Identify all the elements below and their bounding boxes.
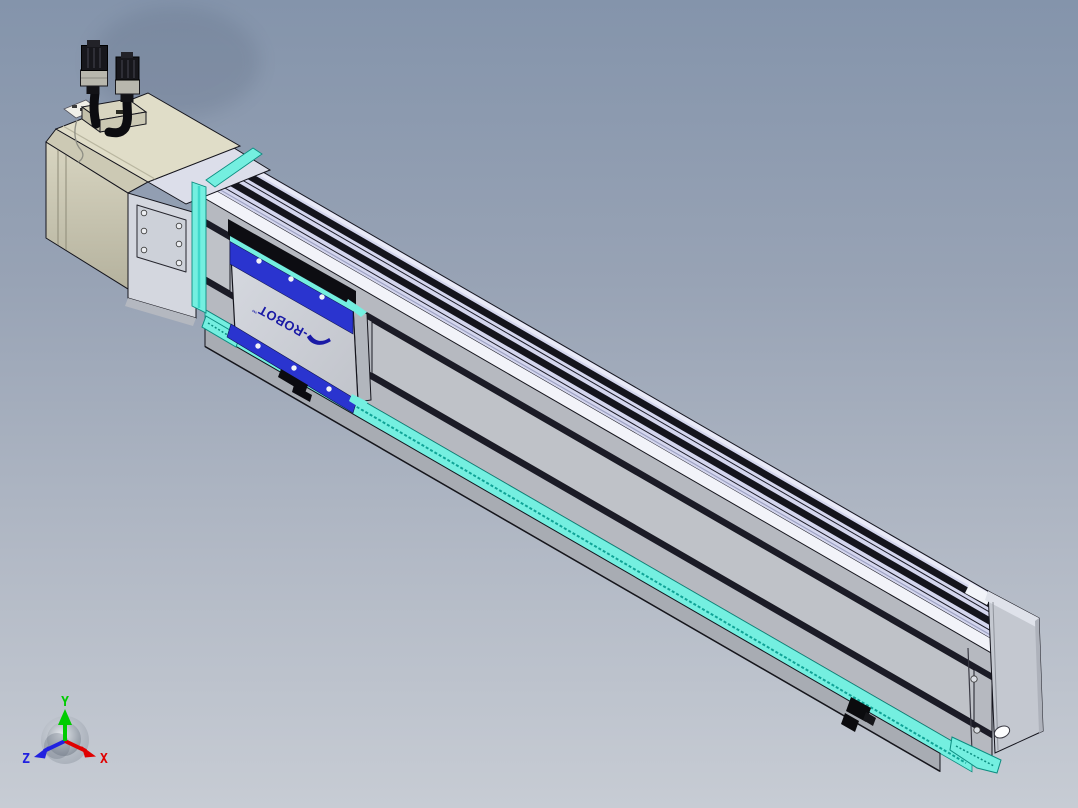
encoder-cap-tab [121, 52, 133, 58]
encoder-plug-body [115, 79, 140, 95]
x-axis-label: X [100, 752, 108, 767]
clamp-slot-2 [116, 110, 124, 114]
nameplate-print-1 [72, 105, 77, 108]
cad-viewport[interactable]: -ROBOT ™ Y X Z [0, 0, 1078, 808]
end-cap-screw-1 [970, 675, 978, 683]
end-cap-screw-2 [973, 726, 981, 734]
power-conduit [89, 88, 101, 129]
y-axis-label: Y [61, 695, 69, 710]
z-axis-label: Z [22, 752, 30, 767]
power-cap-tab [87, 40, 100, 47]
